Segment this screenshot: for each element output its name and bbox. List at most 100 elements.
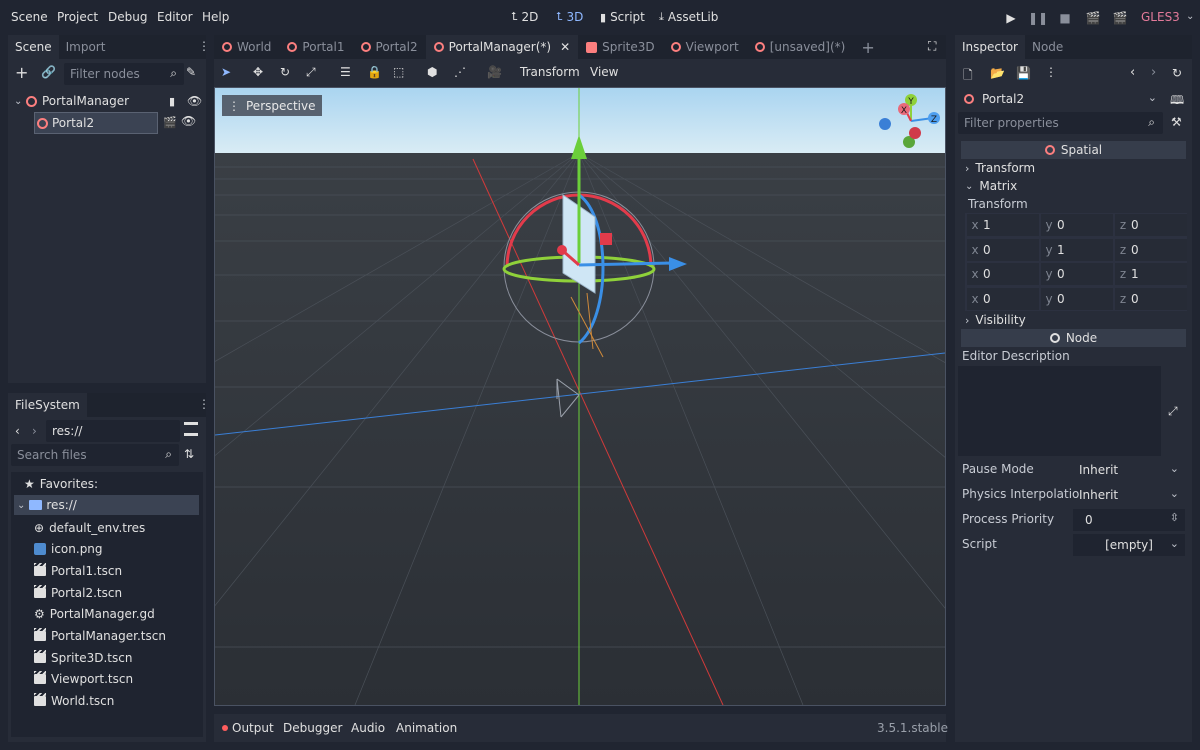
file-item[interactable]: Viewport.tscn [34, 669, 133, 689]
split-mode-icon[interactable] [184, 422, 198, 436]
matrix-cell[interactable]: y1 [1041, 239, 1113, 261]
file-item[interactable]: World.tscn [34, 691, 114, 711]
chevron-down-icon[interactable]: ⌄ [14, 96, 26, 107]
editor-description-textarea[interactable] [958, 366, 1161, 456]
chevron-down-icon[interactable]: ⌄ [1186, 11, 1194, 22]
tab-inspector[interactable]: Inspector [955, 35, 1025, 59]
matrix-cell[interactable]: z0 [1115, 288, 1187, 310]
matrix-cell[interactable]: z1 [1115, 263, 1187, 285]
instance-clapper-icon[interactable]: 🎬 [163, 116, 177, 129]
view-menu[interactable]: View [590, 65, 618, 79]
tab-sprite3d[interactable]: Sprite3D [578, 35, 662, 59]
add-node-icon[interactable]: + [15, 63, 28, 82]
play-icon[interactable]: ▶ [1003, 10, 1019, 26]
tab-node[interactable]: Node [1024, 35, 1071, 59]
tab-portal1[interactable]: Portal1 [279, 35, 352, 59]
snap-icon[interactable]: ⋰ [454, 65, 466, 79]
link-icon[interactable]: 🔗 [41, 65, 56, 79]
select-tool-icon[interactable]: ➤ [221, 65, 231, 79]
group-matrix[interactable]: ⌄ Matrix [965, 179, 1017, 193]
tab-audio[interactable]: Audio [351, 721, 385, 735]
tab-output[interactable]: Output [232, 721, 274, 735]
spin-arrows-icon[interactable]: ⇳ [1170, 511, 1179, 524]
visibility-eye-icon[interactable]: 👁 [187, 94, 202, 108]
matrix-cell[interactable]: x1 [967, 214, 1039, 236]
tab-debugger[interactable]: Debugger [283, 721, 342, 735]
play-scene-icon[interactable]: 🎬 [1085, 10, 1101, 26]
file-item[interactable]: ⊕ default_env.tres [34, 518, 145, 538]
group-transform[interactable]: › Transform [965, 161, 1035, 175]
group-visibility[interactable]: › Visibility [965, 313, 1026, 327]
matrix-cell[interactable]: z0 [1115, 239, 1187, 261]
docs-icon[interactable]: 🕮 [1170, 91, 1184, 112]
file-item[interactable]: Portal1.tscn [34, 561, 122, 581]
menu-dots-icon[interactable]: ⋮ [1045, 65, 1057, 79]
menu-help[interactable]: Help [202, 10, 229, 24]
expand-icon[interactable]: ⤢ [1168, 404, 1178, 419]
add-tab-icon[interactable]: + [853, 35, 882, 59]
list-select-icon[interactable]: ☰ [340, 65, 351, 79]
process-priority-spinbox[interactable]: 0 ⇳ [1073, 509, 1185, 531]
file-item[interactable]: PortalManager.tscn [34, 626, 166, 646]
tree-item-portal2[interactable]: Portal2 [34, 112, 158, 134]
matrix-cell[interactable]: x0 [967, 263, 1039, 285]
stop-icon[interactable]: ■ [1057, 10, 1073, 26]
matrix-cell[interactable]: y0 [1041, 214, 1113, 236]
tab-unsaved[interactable]: [unsaved](*) [747, 35, 854, 59]
viewport-3d[interactable]: Y Z X ⋮ Perspective [215, 87, 945, 705]
menu-scene[interactable]: Scene [11, 10, 48, 24]
matrix-cell[interactable]: y0 [1041, 263, 1113, 285]
file-item[interactable]: Sprite3D.tscn [34, 648, 132, 668]
workspace-script-button[interactable]: ▮ Script [600, 10, 645, 24]
play-custom-scene-icon[interactable]: 🎬 [1112, 10, 1128, 26]
local-space-icon[interactable]: ⬢ [427, 65, 437, 79]
menu-dots-icon[interactable]: ⋮ [198, 398, 210, 410]
menu-dots-icon[interactable]: ⋮ [198, 40, 210, 52]
forward-icon[interactable]: › [32, 424, 37, 438]
sort-icon[interactable]: ⇅ [184, 447, 194, 461]
matrix-cell[interactable]: x0 [967, 239, 1039, 261]
section-node[interactable]: Node [961, 329, 1186, 347]
filter-properties-input[interactable]: Filter properties ⌕ [958, 112, 1163, 134]
pause-icon[interactable]: ❚❚ [1028, 10, 1048, 26]
menu-debug[interactable]: Debug [108, 10, 147, 24]
history-back-icon[interactable]: ‹ [1130, 65, 1135, 80]
tree-item-portalmanager[interactable]: ⌄ PortalManager ▮ 👁 [14, 90, 202, 112]
new-resource-icon[interactable]: 🗋 [963, 66, 973, 87]
move-tool-icon[interactable]: ✥ [253, 65, 263, 79]
scale-tool-icon[interactable]: ⤢ [306, 65, 316, 80]
camera-override-icon[interactable]: 🎥 [487, 65, 502, 79]
search-files-input[interactable]: Search files ⌕ [11, 444, 179, 466]
back-icon[interactable]: ‹ [15, 424, 20, 438]
file-item[interactable]: icon.png [34, 539, 103, 559]
favorites-item[interactable]: ★ Favorites: [24, 477, 98, 491]
pause-mode-select[interactable]: Inherit ⌄ [1073, 459, 1185, 481]
visibility-eye-icon[interactable]: 👁 [181, 114, 196, 128]
menu-project[interactable]: Project [57, 10, 98, 24]
open-folder-icon[interactable]: 📂 [990, 66, 1005, 80]
group-icon[interactable]: ⬚ [393, 65, 404, 79]
save-icon[interactable]: 💾 [1016, 66, 1031, 80]
tab-world[interactable]: World [214, 35, 279, 59]
section-spatial[interactable]: Spatial [961, 141, 1186, 159]
matrix-cell[interactable]: z0 [1115, 214, 1187, 236]
distraction-free-icon[interactable]: ⛶ [928, 39, 936, 54]
workspace-3d-button[interactable]: ⮤ 3D [556, 10, 583, 24]
tab-import[interactable]: Import [58, 35, 113, 59]
file-item[interactable]: ⚙ PortalManager.gd [34, 604, 155, 624]
rotate-tool-icon[interactable]: ↻ [280, 65, 290, 79]
perspective-menu[interactable]: ⋮ Perspective [222, 95, 322, 116]
script-icon[interactable]: ▮ [169, 95, 175, 108]
folder-res[interactable]: ⌄ res:// [14, 495, 199, 515]
script-add-icon[interactable]: ✎ [186, 65, 196, 79]
close-icon[interactable]: ✕ [560, 40, 570, 54]
tab-animation[interactable]: Animation [396, 721, 457, 735]
matrix-cell[interactable]: x0 [967, 288, 1039, 310]
workspace-assetlib-button[interactable]: ⤓ AssetLib [659, 10, 718, 24]
script-resource-picker[interactable]: [empty] ⌄ [1073, 534, 1185, 556]
inspector-object-select[interactable]: Portal2 ⌄ [961, 88, 1161, 110]
tab-viewport[interactable]: Viewport [663, 35, 747, 59]
filter-nodes-input[interactable]: Filter nodes ⌕ [64, 63, 184, 85]
physics-interpolation-select[interactable]: Inherit ⌄ [1073, 484, 1185, 506]
tab-portal2[interactable]: Portal2 [353, 35, 426, 59]
